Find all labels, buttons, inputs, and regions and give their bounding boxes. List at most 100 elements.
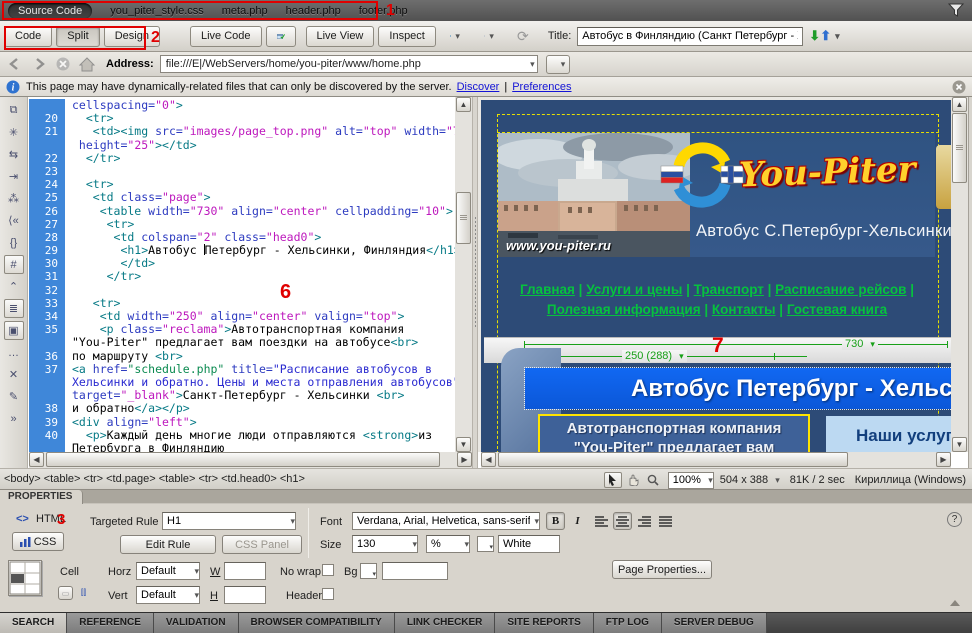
design-view[interactable]: You-Piter Автобус С.Петербург-Хельсинки …: [478, 97, 951, 452]
code-line[interactable]: Петербурга в Финляндию: [29, 442, 455, 452]
back-icon[interactable]: [6, 56, 24, 72]
code-horizontal-scrollbar[interactable]: ◀ ▶: [29, 452, 472, 468]
related-file-tab[interactable]: you_piter_style.css: [110, 5, 204, 17]
scroll-thumb[interactable]: [46, 452, 440, 467]
select-parent-tag-icon[interactable]: ⟨«: [4, 211, 24, 230]
table-width-label[interactable]: 730 ▾: [842, 338, 878, 350]
collapse-selection-icon[interactable]: ⇥: [4, 167, 24, 186]
nav-link[interactable]: Услуги и цены: [586, 282, 682, 297]
scroll-down-icon[interactable]: ▼: [456, 437, 471, 452]
cell-height-input[interactable]: [224, 586, 266, 604]
text-color-input[interactable]: [498, 535, 560, 553]
get-file-down-icon[interactable]: ⬇: [809, 28, 820, 44]
code-line[interactable]: 31 </tr>: [29, 270, 455, 283]
text-color-swatch[interactable]: [477, 536, 494, 552]
preferences-link[interactable]: Preferences: [512, 81, 571, 93]
size-unit-select[interactable]: %▾: [426, 535, 470, 553]
justify-icon[interactable]: [656, 512, 675, 530]
bg-color-input[interactable]: [382, 562, 448, 580]
code-view[interactable]: cellspacing="0">20 <tr>21 <td><img src="…: [29, 97, 455, 452]
address-input[interactable]: file:///E|/WebServers/home/you-piter/www…: [160, 55, 538, 73]
apply-comment-icon[interactable]: …: [4, 343, 24, 362]
address-dropdown-icon[interactable]: ▾: [530, 59, 535, 70]
code-navigator-icon[interactable]: ✳: [4, 123, 24, 142]
forward-icon[interactable]: [30, 56, 48, 72]
nav-link[interactable]: Контакты: [712, 302, 776, 317]
discover-link[interactable]: Discover: [457, 81, 500, 93]
italic-button[interactable]: I: [568, 512, 587, 530]
cell-width-input[interactable]: [224, 562, 266, 580]
scroll-thumb[interactable]: [498, 452, 848, 467]
scroll-thumb[interactable]: [456, 192, 471, 244]
scroll-right-icon[interactable]: ▶: [936, 452, 951, 467]
put-file-up-icon[interactable]: ⬆: [820, 28, 831, 44]
open-documents-icon[interactable]: ⧉: [4, 101, 24, 120]
scroll-up-icon[interactable]: ▲: [456, 97, 471, 112]
code-vertical-scrollbar[interactable]: ▲ ▼: [455, 97, 472, 452]
code-line[interactable]: 22 </tr>: [29, 152, 455, 165]
nav-link[interactable]: Расписание рейсов: [775, 282, 906, 297]
view-button-design[interactable]: Design: [104, 26, 160, 47]
info-bar-icon[interactable]: ▣: [4, 321, 24, 340]
html-properties-button[interactable]: HTML: [36, 513, 66, 525]
view-button-split[interactable]: Split: [56, 26, 99, 47]
zoom-level-select[interactable]: 100%▾: [668, 472, 714, 489]
align-left-icon[interactable]: [592, 512, 611, 530]
word-wrap-icon[interactable]: ≣: [4, 299, 24, 318]
align-center-icon[interactable]: [613, 512, 632, 530]
bg-color-swatch[interactable]: [360, 563, 377, 579]
more-icon[interactable]: »: [4, 409, 24, 428]
expand-all-icon[interactable]: ⁂: [4, 189, 24, 208]
edit-rule-button[interactable]: Edit Rule: [120, 535, 216, 554]
results-tab-ftp-log[interactable]: FTP LOG: [594, 613, 662, 633]
scroll-right-icon[interactable]: ▶: [457, 452, 472, 467]
preview-in-browser-globe-icon[interactable]: ▾: [440, 26, 470, 47]
nav-link[interactable]: Главная: [520, 282, 575, 297]
remove-comment-icon[interactable]: ✕: [4, 365, 24, 384]
scroll-down-icon[interactable]: ▼: [952, 437, 967, 452]
live-code-button[interactable]: Live Code: [190, 26, 262, 47]
related-file-tab[interactable]: header.php: [286, 5, 341, 17]
tag-selector[interactable]: <body> <table> <tr> <td.page> <table> <t…: [4, 473, 305, 485]
refresh-icon[interactable]: ⟳: [508, 26, 538, 47]
view-button-code[interactable]: Code: [4, 26, 52, 47]
funnel-icon[interactable]: [948, 3, 964, 17]
font-select[interactable]: Verdana, Arial, Helvetica, sans-serif▾: [352, 512, 540, 530]
merge-cells-icon[interactable]: ▭: [58, 586, 73, 600]
balance-braces-icon[interactable]: {}: [4, 233, 24, 252]
column-width-label[interactable]: 250 (288) ▾: [622, 350, 687, 362]
collapse-full-tag-icon[interactable]: ⇆: [4, 145, 24, 164]
highlight-invalid-code-icon[interactable]: ⌃: [4, 277, 24, 296]
properties-tab[interactable]: PROPERTIES: [0, 490, 83, 504]
page-properties-button[interactable]: Page Properties...: [612, 560, 712, 579]
vert-select[interactable]: Default▾: [136, 586, 200, 604]
css-properties-button[interactable]: CSS: [12, 532, 64, 551]
targeted-rule-select[interactable]: H1▾: [162, 512, 296, 530]
css-panel-button[interactable]: CSS Panel: [222, 535, 302, 554]
visual-aids-icon[interactable]: ▾: [474, 26, 504, 47]
collapse-panel-icon[interactable]: [950, 600, 960, 606]
bold-button[interactable]: B: [546, 512, 565, 530]
scroll-left-icon[interactable]: ◀: [481, 452, 496, 467]
no-wrap-checkbox[interactable]: [322, 564, 334, 576]
services-cell[interactable]: Наши услуги: [826, 416, 951, 452]
source-code-tab[interactable]: Source Code: [8, 3, 92, 19]
scroll-thumb[interactable]: [952, 113, 967, 183]
results-tab-search[interactable]: SEARCH: [0, 613, 67, 633]
window-size-select[interactable]: 504 x 388 ▾: [720, 474, 780, 486]
header-checkbox[interactable]: [322, 588, 334, 600]
line-numbers-icon[interactable]: #: [4, 255, 24, 274]
inspect-button[interactable]: Inspect: [378, 26, 435, 47]
check-page-icon[interactable]: [266, 26, 296, 47]
results-tab-link-checker[interactable]: LINK CHECKER: [395, 613, 496, 633]
horz-select[interactable]: Default▾: [136, 562, 200, 580]
home-icon[interactable]: [78, 56, 96, 72]
help-icon[interactable]: ?: [947, 512, 962, 527]
results-tab-site-reports[interactable]: SITE REPORTS: [495, 613, 593, 633]
results-tab-reference[interactable]: REFERENCE: [67, 613, 154, 633]
nav-link[interactable]: Транспорт: [694, 282, 764, 297]
results-tab-server-debug[interactable]: SERVER DEBUG: [662, 613, 767, 633]
scroll-up-icon[interactable]: ▲: [952, 97, 967, 112]
related-file-tab[interactable]: footer.php: [359, 5, 408, 17]
split-cell-icon[interactable]: ⫿⫿: [76, 586, 91, 600]
